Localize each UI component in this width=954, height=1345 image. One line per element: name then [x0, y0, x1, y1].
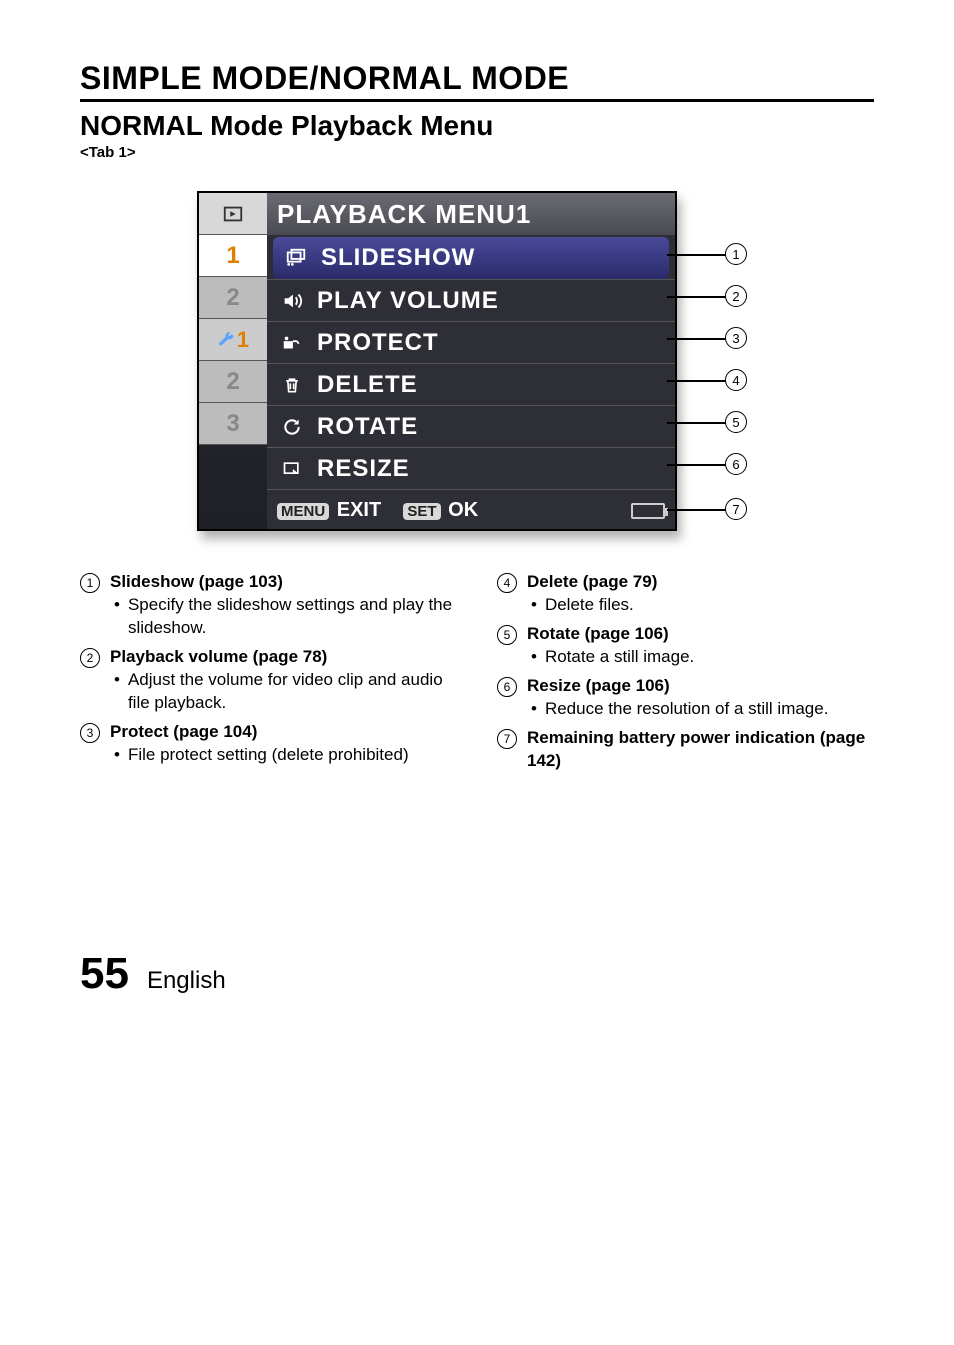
rotate-icon — [279, 417, 305, 437]
callout-badge-4: 4 — [725, 369, 747, 391]
playback-mode-icon — [199, 193, 267, 235]
desc-body: Specify the slideshow settings and play … — [128, 594, 457, 640]
desc-title: Resize (page 106) — [527, 675, 874, 698]
menu-key-label: MENU — [277, 503, 329, 520]
slideshow-icon — [283, 247, 309, 269]
menu-row-label: PLAY VOLUME — [317, 287, 499, 315]
menu-row-slideshow: SLIDESHOW — [273, 237, 669, 279]
callout-badge-1: 1 — [725, 243, 747, 265]
callout-badge-5: 5 — [725, 411, 747, 433]
setup-mode-icon: 1 — [199, 319, 267, 361]
desc-title: Remaining battery power indication (page… — [527, 727, 874, 773]
desc-body: Adjust the volume for video clip and aud… — [128, 669, 457, 715]
lcd-diagram: 1 2 1 2 3 PLAYBACK MENU1 SLIDE — [197, 191, 757, 531]
subsection-heading: NORMAL Mode Playback Menu — [80, 110, 874, 142]
desc-item: 7 Remaining battery power indication (pa… — [497, 727, 874, 773]
menu-row-protect: PROTECT — [267, 321, 675, 363]
divider — [80, 99, 874, 102]
desc-title: Rotate (page 106) — [527, 623, 874, 646]
trash-icon — [279, 375, 305, 395]
left-tab-play-1: 1 — [199, 235, 267, 277]
page-number: 55 — [80, 949, 129, 999]
desc-item: 5 Rotate (page 106) •Rotate a still imag… — [497, 623, 874, 669]
callout-line — [667, 422, 727, 424]
callout-line — [667, 509, 727, 511]
desc-item: 1 Slideshow (page 103) •Specify the slid… — [80, 571, 457, 640]
callout-badge-7: 7 — [725, 498, 747, 520]
left-tab-setup-3: 3 — [199, 403, 267, 445]
callout-line — [667, 338, 727, 340]
desc-title: Playback volume (page 78) — [110, 646, 457, 669]
desc-num: 2 — [80, 648, 100, 668]
callout-line — [667, 464, 727, 466]
page-footer: 55 English — [80, 949, 874, 999]
exit-label: EXIT — [337, 499, 381, 521]
set-key-label: SET — [403, 503, 440, 520]
description-columns: 1 Slideshow (page 103) •Specify the slid… — [80, 571, 874, 779]
desc-item: 3 Protect (page 104) •File protect setti… — [80, 721, 457, 767]
menu-title: PLAYBACK MENU1 — [267, 193, 675, 235]
desc-num: 4 — [497, 573, 517, 593]
desc-body: File protect setting (delete prohibited) — [128, 744, 409, 767]
lcd-left-tabs: 1 2 1 2 3 — [199, 193, 267, 529]
left-tab-play-2: 2 — [199, 277, 267, 319]
callout-line — [667, 296, 727, 298]
callout-line — [667, 254, 727, 256]
menu-row-rotate: ROTATE — [267, 405, 675, 447]
desc-title: Delete (page 79) — [527, 571, 874, 594]
ok-label: OK — [448, 499, 478, 521]
desc-body: Rotate a still image. — [545, 646, 694, 669]
menu-row-label: SLIDESHOW — [321, 244, 475, 272]
section-heading: SIMPLE MODE/NORMAL MODE — [80, 60, 874, 97]
menu-row-delete: DELETE — [267, 363, 675, 405]
desc-item: 2 Playback volume (page 78) •Adjust the … — [80, 646, 457, 715]
tab-label: <Tab 1> — [80, 144, 874, 161]
callout-line — [667, 380, 727, 382]
footer-language: English — [147, 967, 226, 995]
desc-body: Delete files. — [545, 594, 634, 617]
menu-row-label: DELETE — [317, 371, 418, 399]
battery-icon — [631, 503, 665, 519]
menu-row-label: PROTECT — [317, 329, 439, 357]
menu-row-play-volume: PLAY VOLUME — [267, 279, 675, 321]
menu-row-label: ROTATE — [317, 413, 418, 441]
desc-num: 3 — [80, 723, 100, 743]
callout-badge-2: 2 — [725, 285, 747, 307]
desc-num: 6 — [497, 677, 517, 697]
menu-row-label: RESIZE — [317, 455, 410, 483]
desc-num: 7 — [497, 729, 517, 749]
lcd-menu-panel: PLAYBACK MENU1 SLIDESHOW PLAY VOLUME — [267, 193, 675, 529]
callout-badge-3: 3 — [725, 327, 747, 349]
desc-item: 4 Delete (page 79) •Delete files. — [497, 571, 874, 617]
left-tab-setup-2: 2 — [199, 361, 267, 403]
volume-icon — [279, 290, 305, 312]
desc-num: 5 — [497, 625, 517, 645]
desc-item: 6 Resize (page 106) •Reduce the resoluti… — [497, 675, 874, 721]
callout-badge-6: 6 — [725, 453, 747, 475]
protect-icon — [279, 332, 305, 354]
desc-body: Reduce the resolution of a still image. — [545, 698, 829, 721]
desc-title: Slideshow (page 103) — [110, 571, 457, 594]
menu-bottom-bar: MENU EXIT SET OK — [267, 489, 675, 531]
resize-icon — [279, 459, 305, 479]
desc-num: 1 — [80, 573, 100, 593]
menu-row-resize: RESIZE — [267, 447, 675, 489]
desc-title: Protect (page 104) — [110, 721, 457, 744]
